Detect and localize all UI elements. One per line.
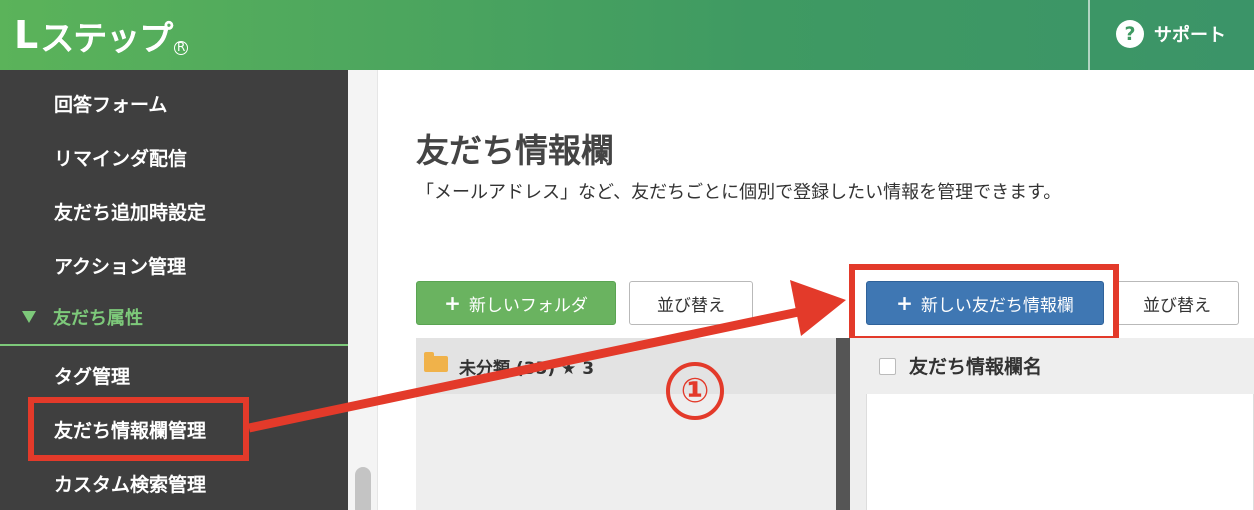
sidebar-item-custom-search[interactable]: カスタム検索管理	[54, 470, 206, 497]
header-divider	[1088, 0, 1090, 70]
new-folder-label: 新しいフォルダ	[468, 295, 588, 316]
arrow-head	[790, 280, 846, 336]
sidebar-item-friend-add-settings[interactable]: 友だち追加時設定	[54, 198, 206, 225]
highlight-box-button	[849, 264, 1119, 342]
sidebar-item-tag-management[interactable]: タグ管理	[54, 362, 130, 389]
support-label: サポート	[1154, 25, 1226, 46]
select-all-checkbox[interactable]	[879, 358, 896, 375]
section-label: 友だち属性	[53, 308, 143, 329]
table-body	[866, 394, 1254, 510]
registered-mark: R	[174, 41, 189, 55]
support-menu[interactable]: ? サポート	[1116, 20, 1226, 48]
column-header-info-name: 友だち情報欄名	[909, 356, 1043, 378]
highlight-box-sidebar	[28, 397, 249, 461]
folder-open-icon	[424, 352, 448, 372]
step-number-badge: ①	[666, 362, 724, 420]
section-divider	[0, 344, 348, 346]
panel-divider[interactable]	[836, 338, 850, 510]
sidebar-scrollbar[interactable]	[355, 467, 371, 510]
sidebar-item-reminder[interactable]: リマインダ配信	[54, 144, 187, 171]
help-icon: ?	[1116, 20, 1144, 48]
sort-info-button[interactable]: 並び替え	[1115, 281, 1239, 325]
app-header: L ステップ R ? サポート	[0, 0, 1254, 70]
page-description: 「メールアドレス」など、友だちごとに個別で登録したい情報を管理できます。	[416, 182, 1062, 203]
plus-icon: +	[444, 291, 461, 315]
logo-letter: L	[14, 13, 39, 57]
filter-icon	[22, 311, 36, 323]
sidebar-section-friend-attributes[interactable]: 友だち属性	[22, 304, 143, 330]
sidebar-item-action-management[interactable]: アクション管理	[54, 252, 186, 279]
new-folder-button[interactable]: + 新しいフォルダ	[416, 281, 616, 325]
sidebar-scroll-track	[348, 70, 378, 510]
logo-text: ステップ	[40, 18, 173, 59]
folder-label: 未分類 (35) ★ 3	[459, 359, 595, 379]
sidebar-item-answer-form[interactable]: 回答フォーム	[54, 90, 167, 117]
lstep-logo[interactable]: L ステップ R	[14, 8, 189, 62]
page-title: 友だち情報欄	[416, 131, 614, 170]
table-gutter	[850, 394, 866, 510]
sort-folders-button[interactable]: 並び替え	[629, 281, 753, 325]
